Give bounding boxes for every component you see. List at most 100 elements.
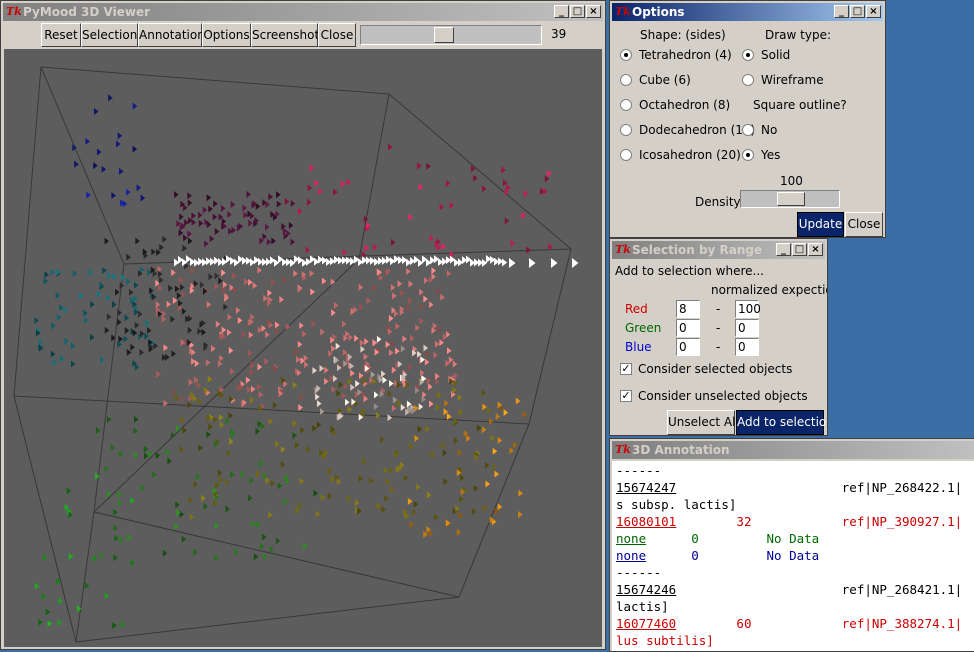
data-point[interactable] (262, 233, 267, 241)
data-point[interactable] (43, 277, 49, 285)
data-point[interactable] (187, 237, 193, 245)
data-point[interactable] (122, 200, 128, 208)
data-point[interactable] (118, 499, 123, 507)
data-point[interactable] (247, 349, 253, 357)
data-point[interactable] (321, 277, 327, 285)
data-point[interactable] (389, 380, 394, 388)
data-point[interactable] (226, 328, 232, 336)
data-point[interactable] (381, 370, 386, 378)
data-point[interactable] (392, 396, 398, 404)
data-point[interactable] (220, 205, 226, 213)
data-point[interactable] (529, 258, 536, 268)
data-point[interactable] (117, 491, 122, 499)
data-point[interactable] (345, 398, 350, 406)
data-point[interactable] (292, 420, 298, 428)
data-point[interactable] (102, 266, 107, 274)
data-point[interactable] (453, 372, 458, 380)
viewer-close-button[interactable]: Close (318, 23, 356, 47)
data-point[interactable] (189, 513, 195, 521)
data-point[interactable] (168, 284, 173, 292)
data-point[interactable] (380, 435, 385, 443)
data-point[interactable] (70, 342, 76, 350)
data-point[interactable] (51, 322, 56, 330)
data-point[interactable] (195, 473, 201, 481)
data-point[interactable] (518, 489, 523, 497)
reset-button[interactable]: Reset (41, 23, 81, 47)
data-point[interactable] (222, 281, 228, 289)
data-point[interactable] (502, 258, 508, 267)
data-point[interactable] (90, 300, 95, 308)
data-point[interactable] (407, 497, 413, 505)
data-point[interactable] (163, 399, 168, 407)
data-point[interactable] (85, 137, 90, 145)
data-point[interactable] (364, 244, 370, 252)
data-point[interactable] (280, 445, 286, 453)
data-point[interactable] (64, 337, 69, 345)
annotation-titlebar[interactable]: Tk3D Annotation (612, 441, 974, 459)
data-point[interactable] (294, 348, 299, 356)
square-label-no[interactable]: No (761, 123, 777, 137)
data-point[interactable] (466, 434, 471, 442)
data-point[interactable] (443, 478, 448, 486)
data-point[interactable] (343, 382, 349, 390)
data-point[interactable] (68, 553, 74, 561)
data-point[interactable] (206, 301, 212, 309)
data-point[interactable] (166, 300, 172, 308)
data-point[interactable] (226, 449, 232, 457)
data-point[interactable] (372, 339, 378, 347)
data-point[interactable] (275, 327, 280, 335)
data-point[interactable] (457, 394, 463, 402)
data-point[interactable] (221, 269, 226, 277)
data-point[interactable] (522, 410, 528, 418)
data-point[interactable] (197, 211, 203, 219)
data-point[interactable] (162, 549, 168, 557)
data-point[interactable] (202, 206, 208, 214)
data-point[interactable] (213, 200, 218, 208)
data-point[interactable] (354, 499, 360, 507)
data-point[interactable] (338, 381, 344, 389)
data-point[interactable] (235, 306, 241, 314)
data-point[interactable] (221, 326, 227, 334)
data-point[interactable] (346, 178, 352, 186)
data-point[interactable] (223, 303, 228, 311)
data-point[interactable] (88, 268, 94, 276)
data-point[interactable] (333, 188, 338, 196)
data-point[interactable] (440, 441, 446, 449)
data-point[interactable] (431, 267, 436, 275)
data-point[interactable] (490, 434, 496, 442)
data-point[interactable] (139, 348, 145, 356)
data-point[interactable] (309, 164, 315, 172)
data-point[interactable] (120, 621, 126, 629)
data-point[interactable] (327, 492, 333, 500)
data-point[interactable] (92, 555, 98, 563)
data-point[interactable] (300, 426, 305, 434)
data-point[interactable] (174, 394, 180, 402)
data-point[interactable] (387, 390, 393, 398)
data-point[interactable] (140, 484, 145, 492)
data-point[interactable] (252, 282, 258, 290)
data-point[interactable] (346, 494, 352, 502)
data-point[interactable] (284, 197, 290, 205)
unselect-all-button[interactable]: Unselect All (667, 410, 739, 435)
data-point[interactable] (84, 582, 90, 590)
blue-min-input[interactable]: 0 (676, 338, 700, 356)
data-point[interactable] (282, 276, 287, 284)
data-point[interactable] (59, 304, 64, 312)
square-label-yes[interactable]: Yes (761, 148, 780, 162)
data-point[interactable] (255, 427, 260, 435)
data-point[interactable] (246, 190, 252, 198)
data-point[interactable] (397, 360, 403, 368)
data-point[interactable] (214, 481, 220, 489)
data-point[interactable] (333, 301, 339, 309)
data-point[interactable] (179, 396, 185, 404)
data-point[interactable] (299, 393, 304, 401)
data-point[interactable] (105, 294, 111, 302)
data-point[interactable] (572, 258, 579, 268)
data-point[interactable] (230, 368, 235, 376)
data-point[interactable] (256, 470, 261, 478)
data-point[interactable] (428, 383, 433, 391)
data-point[interactable] (124, 327, 130, 335)
data-point[interactable] (201, 494, 206, 502)
data-point[interactable] (197, 327, 202, 335)
data-point[interactable] (426, 162, 431, 170)
